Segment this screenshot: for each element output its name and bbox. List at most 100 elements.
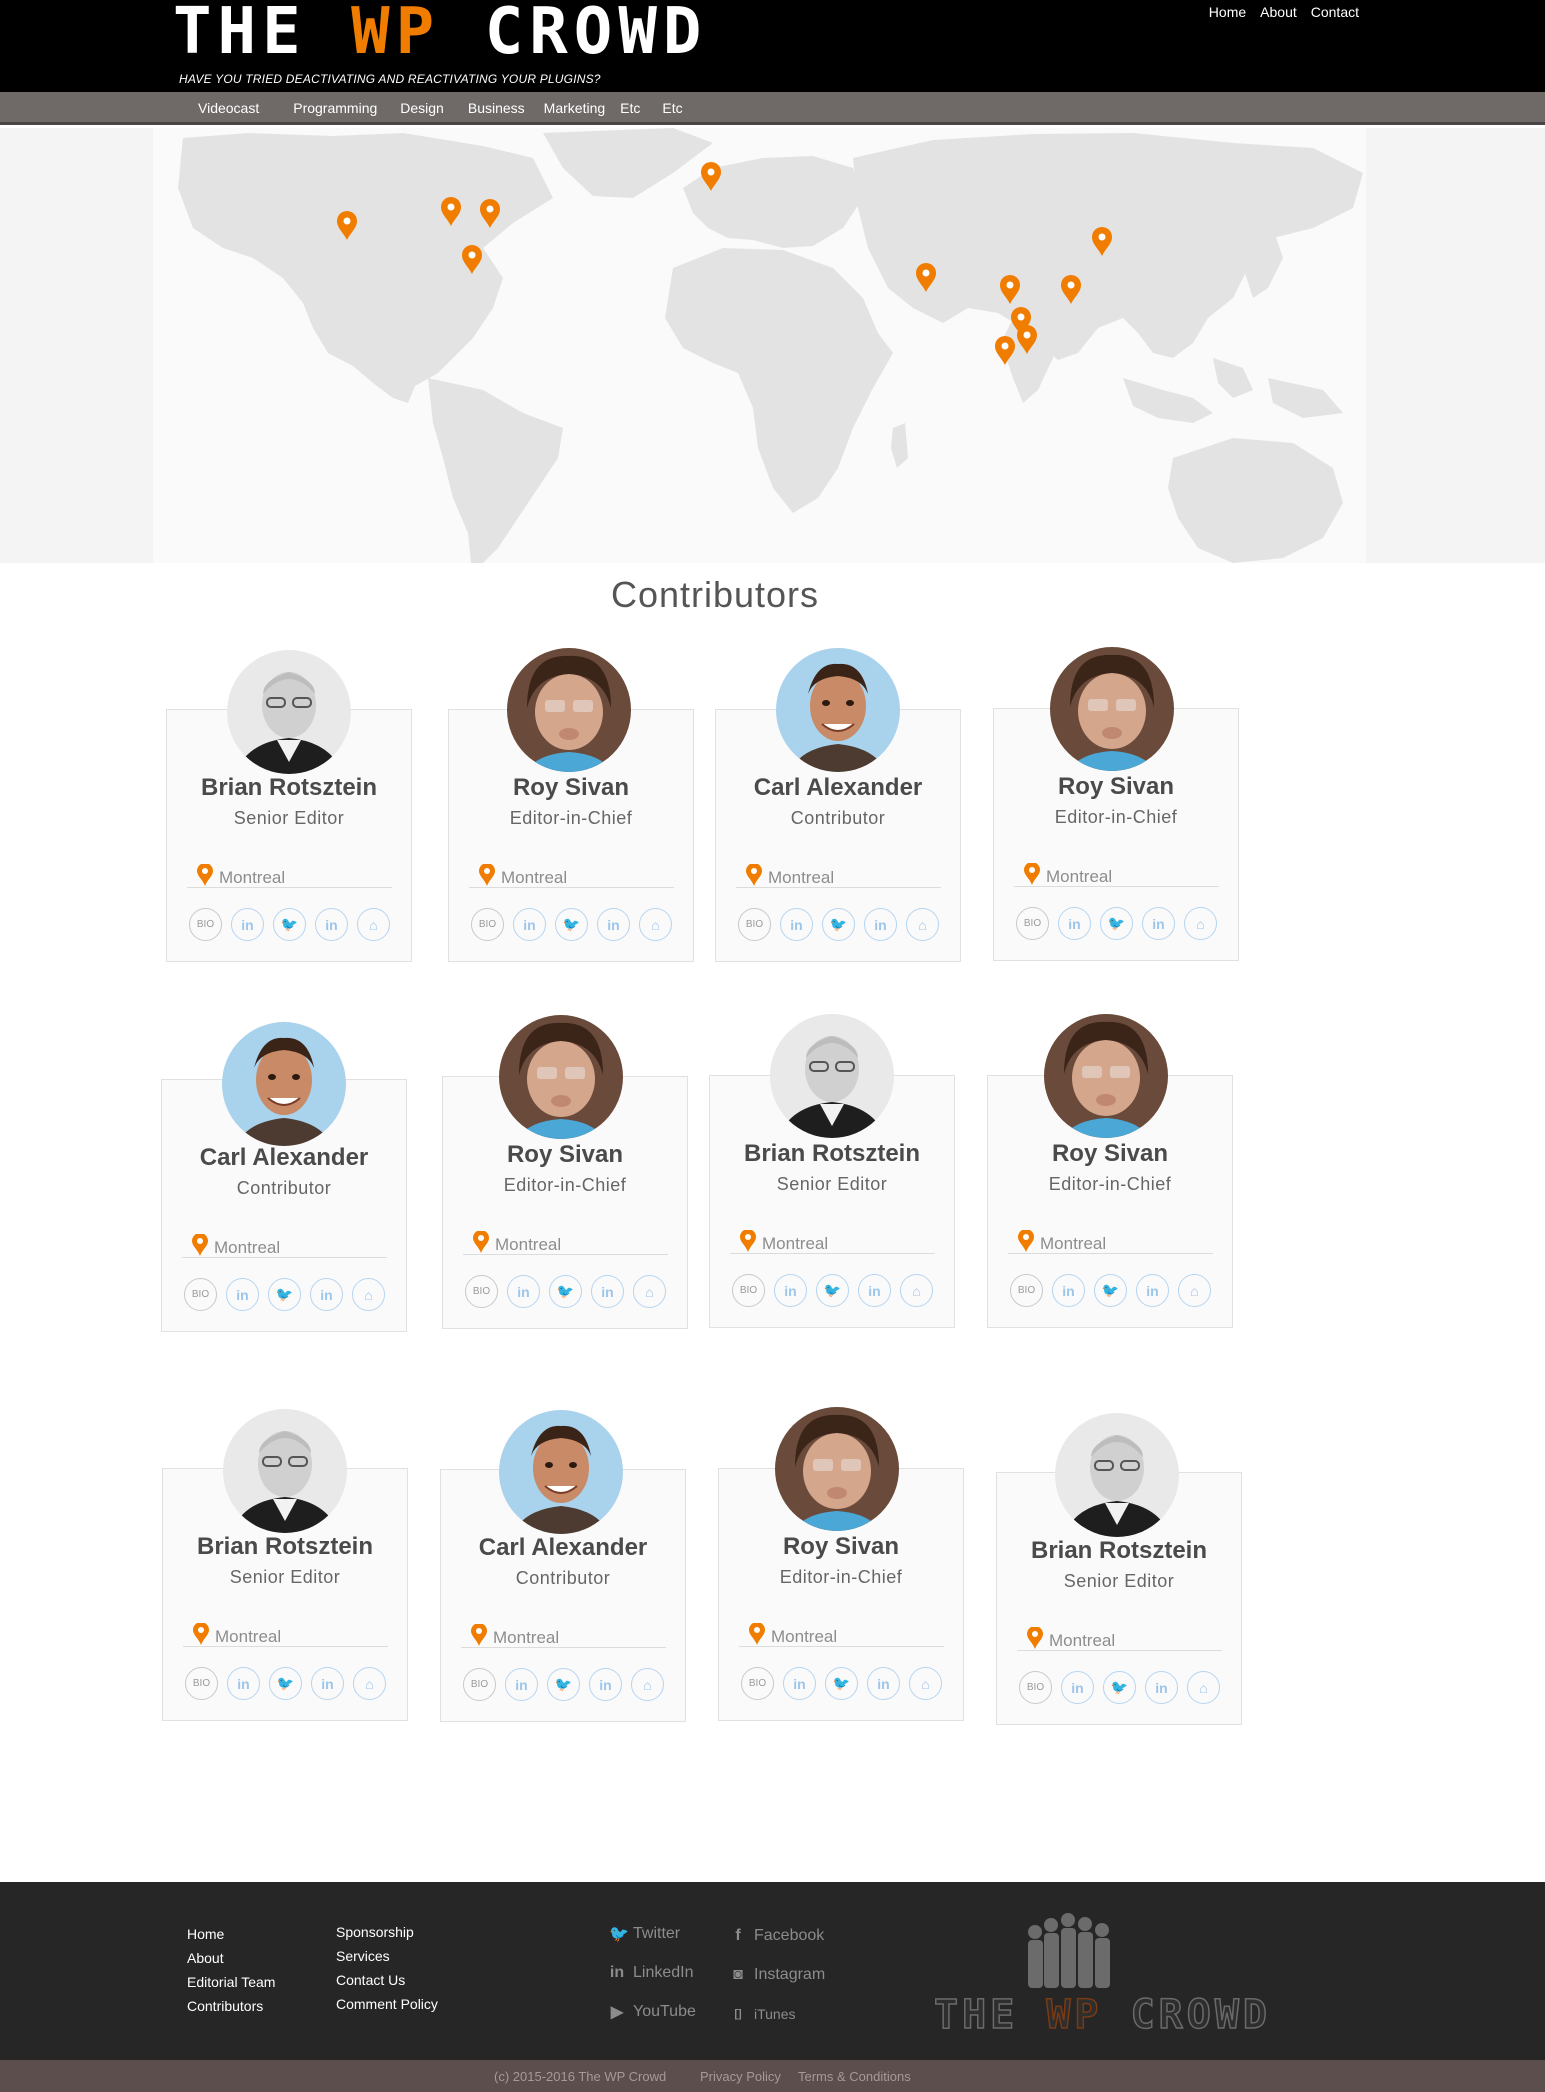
linkedin-icon[interactable]: in <box>864 908 897 941</box>
site-logo[interactable]: THE WP CROWD <box>173 0 707 64</box>
footer-link-sponsorship[interactable]: Sponsorship <box>336 1920 438 1944</box>
contributor-name[interactable]: Carl Alexander <box>716 774 960 802</box>
contributor-card[interactable]: Roy Sivan Editor-in-Chief Montreal BIO in… <box>987 1014 1233 1328</box>
linkedin-icon[interactable]: in <box>315 908 348 941</box>
linkedin-icon[interactable]: in <box>226 1278 259 1311</box>
footer-link-services[interactable]: Services <box>336 1944 438 1968</box>
contributor-card[interactable]: Roy Sivan Editor-in-Chief Montreal BIO in… <box>448 648 694 962</box>
bio-icon[interactable]: BIO <box>189 908 222 941</box>
linkedin-icon[interactable]: in <box>231 908 264 941</box>
linkedin-icon[interactable]: in <box>867 1667 900 1700</box>
bio-icon[interactable]: BIO <box>184 1278 217 1311</box>
linkedin-icon[interactable]: in <box>311 1667 344 1700</box>
avatar[interactable] <box>776 648 900 772</box>
menu-item-videocast[interactable]: Videocast <box>198 100 259 116</box>
bio-icon[interactable]: BIO <box>1019 1671 1052 1704</box>
footer-itunes-link[interactable]: [] iTunes <box>730 2004 825 2024</box>
linkedin-icon[interactable]: in <box>591 1275 624 1308</box>
contributor-name[interactable]: Brian Rotsztein <box>163 1533 407 1561</box>
footer-twitter-link[interactable]: 🐦 Twitter <box>609 1924 696 1944</box>
home-icon[interactable]: ⌂ <box>353 1667 386 1700</box>
contributor-card[interactable]: Brian Rotsztein Senior Editor Montreal B… <box>162 1409 408 1721</box>
contributor-name[interactable]: Roy Sivan <box>988 1140 1232 1168</box>
linkedin-icon[interactable]: in <box>507 1275 540 1308</box>
contributor-name[interactable]: Roy Sivan <box>443 1141 687 1169</box>
contributor-card[interactable]: Brian Rotsztein Senior Editor Montreal B… <box>166 650 412 962</box>
home-icon[interactable]: ⌂ <box>631 1668 664 1701</box>
home-icon[interactable]: ⌂ <box>906 908 939 941</box>
twitter-icon[interactable]: 🐦 <box>825 1667 858 1700</box>
contributor-name[interactable]: Carl Alexander <box>441 1534 685 1562</box>
menu-item-marketing[interactable]: Marketing <box>544 100 605 116</box>
footer-linkedin-link[interactable]: in LinkedIn <box>609 1963 696 1983</box>
twitter-icon[interactable]: 🐦 <box>1094 1274 1127 1307</box>
avatar[interactable] <box>775 1407 899 1531</box>
avatar[interactable] <box>499 1410 623 1534</box>
footer-link-contributors[interactable]: Contributors <box>187 1994 275 2018</box>
menu-item-etc-2[interactable]: Etc <box>662 100 682 116</box>
avatar[interactable] <box>222 1022 346 1146</box>
menu-item-business[interactable]: Business <box>468 100 525 116</box>
footer-facebook-link[interactable]: f Facebook <box>730 1926 825 1946</box>
linkedin-icon[interactable]: in <box>783 1667 816 1700</box>
contributor-name[interactable]: Brian Rotsztein <box>710 1140 954 1168</box>
footer-link-contact-us[interactable]: Contact Us <box>336 1968 438 1992</box>
avatar[interactable] <box>499 1015 623 1139</box>
linkedin-icon[interactable]: in <box>1058 907 1091 940</box>
bio-icon[interactable]: BIO <box>471 908 504 941</box>
linkedin-icon[interactable]: in <box>858 1274 891 1307</box>
bio-icon[interactable]: BIO <box>1010 1274 1043 1307</box>
footer-link-about[interactable]: About <box>187 1946 275 1970</box>
twitter-icon[interactable]: 🐦 <box>822 908 855 941</box>
linkedin-icon[interactable]: in <box>589 1668 622 1701</box>
home-icon[interactable]: ⌂ <box>1178 1274 1211 1307</box>
linkedin-icon[interactable]: in <box>227 1667 260 1700</box>
linkedin-icon[interactable]: in <box>597 908 630 941</box>
twitter-icon[interactable]: 🐦 <box>268 1278 301 1311</box>
home-icon[interactable]: ⌂ <box>633 1275 666 1308</box>
linkedin-icon[interactable]: in <box>1061 1671 1094 1704</box>
linkedin-icon[interactable]: in <box>774 1274 807 1307</box>
home-icon[interactable]: ⌂ <box>352 1278 385 1311</box>
contributor-name[interactable]: Brian Rotsztein <box>997 1537 1241 1565</box>
top-nav-about[interactable]: About <box>1260 4 1297 20</box>
bio-icon[interactable]: BIO <box>465 1275 498 1308</box>
twitter-icon[interactable]: 🐦 <box>1103 1671 1136 1704</box>
twitter-icon[interactable]: 🐦 <box>555 908 588 941</box>
footer-instagram-link[interactable]: ◙ Instagram <box>730 1965 825 1985</box>
footer-youtube-link[interactable]: ▶ YouTube <box>609 2002 696 2022</box>
bio-icon[interactable]: BIO <box>463 1668 496 1701</box>
linkedin-icon[interactable]: in <box>1052 1274 1085 1307</box>
contributor-card[interactable]: Roy Sivan Editor-in-Chief Montreal BIO in… <box>442 1015 688 1329</box>
avatar[interactable] <box>1044 1014 1168 1138</box>
bio-icon[interactable]: BIO <box>1016 907 1049 940</box>
privacy-policy-link[interactable]: Privacy Policy <box>700 2069 781 2084</box>
linkedin-icon[interactable]: in <box>513 908 546 941</box>
home-icon[interactable]: ⌂ <box>357 908 390 941</box>
avatar[interactable] <box>770 1014 894 1138</box>
footer-link-editorial-team[interactable]: Editorial Team <box>187 1970 275 1994</box>
linkedin-icon[interactable]: in <box>310 1278 343 1311</box>
linkedin-icon[interactable]: in <box>780 908 813 941</box>
twitter-icon[interactable]: 🐦 <box>1100 907 1133 940</box>
home-icon[interactable]: ⌂ <box>900 1274 933 1307</box>
contributor-card[interactable]: Carl Alexander Contributor Montreal BIO i… <box>715 648 961 962</box>
twitter-icon[interactable]: 🐦 <box>273 908 306 941</box>
twitter-icon[interactable]: 🐦 <box>549 1275 582 1308</box>
contributor-card[interactable]: Roy Sivan Editor-in-Chief Montreal BIO in… <box>718 1407 964 1721</box>
linkedin-icon[interactable]: in <box>1136 1274 1169 1307</box>
linkedin-icon[interactable]: in <box>505 1668 538 1701</box>
avatar[interactable] <box>1050 647 1174 771</box>
contributor-card[interactable]: Carl Alexander Contributor Montreal BIO i… <box>440 1410 686 1722</box>
avatar[interactable] <box>223 1409 347 1533</box>
contributor-name[interactable]: Brian Rotsztein <box>167 774 411 802</box>
twitter-icon[interactable]: 🐦 <box>269 1667 302 1700</box>
terms-link[interactable]: Terms & Conditions <box>798 2069 911 2084</box>
footer-link-comment-policy[interactable]: Comment Policy <box>336 1992 438 2016</box>
bio-icon[interactable]: BIO <box>185 1667 218 1700</box>
bio-icon[interactable]: BIO <box>741 1667 774 1700</box>
twitter-icon[interactable]: 🐦 <box>547 1668 580 1701</box>
menu-item-design[interactable]: Design <box>400 100 444 116</box>
avatar[interactable] <box>507 648 631 772</box>
footer-logo[interactable]: THE WP CROWD <box>933 1991 1271 2039</box>
